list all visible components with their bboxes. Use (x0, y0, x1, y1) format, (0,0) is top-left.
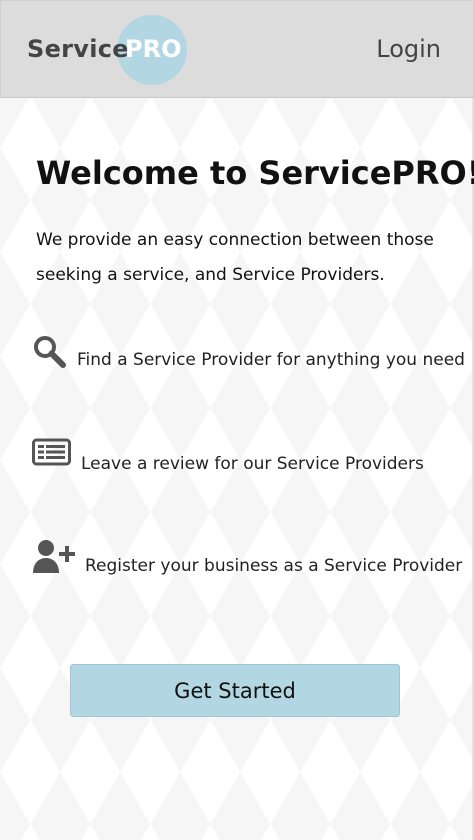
login-link[interactable]: Login (376, 35, 441, 63)
logo-service-text: Service (27, 35, 129, 63)
intro-text: We provide an easy connection between th… (36, 230, 434, 285)
page-title: Welcome to ServicePRO! (36, 154, 474, 192)
feature-find-provider: Find a Service Provider for anything you… (32, 334, 465, 374)
main-content: Welcome to ServicePRO! We provide an eas… (0, 96, 474, 840)
list-icon (32, 438, 76, 478)
feature-label: Register your business as a Service Prov… (85, 556, 463, 576)
feature-label: Leave a review for our Service Providers (81, 454, 424, 474)
logo[interactable]: Service PRO (27, 15, 197, 85)
add-user-icon (32, 539, 76, 579)
feature-register-business: Register your business as a Service Prov… (32, 539, 462, 579)
get-started-button[interactable]: Get Started (70, 664, 400, 717)
feature-leave-review: Leave a review for our Service Providers (32, 438, 462, 478)
feature-label: Find a Service Provider for anything you… (77, 350, 465, 370)
logo-pro-text: PRO (125, 35, 182, 63)
header: Service PRO Login (0, 0, 474, 98)
search-icon (32, 334, 76, 374)
